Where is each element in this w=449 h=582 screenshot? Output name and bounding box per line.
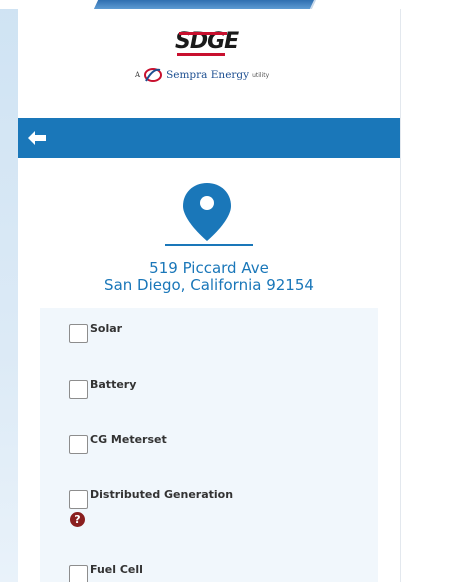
page-background <box>0 0 18 582</box>
sdge-logo: SDGE <box>175 29 239 56</box>
solar-checkbox[interactable] <box>69 323 88 343</box>
arrow-left-icon[interactable] <box>26 130 48 146</box>
map-pin-icon <box>183 183 231 241</box>
solar-label: Solar <box>90 321 123 335</box>
top-tab-decoration <box>93 0 317 9</box>
logo-red-bar <box>179 32 227 35</box>
battery-label: Battery <box>90 377 137 391</box>
cg-meterset-label: CG Meterset <box>90 432 167 446</box>
logo-red-underline <box>177 53 225 56</box>
option-distributed-generation[interactable]: Distributed Generation <box>69 488 233 510</box>
battery-checkbox[interactable] <box>69 379 88 399</box>
tagline-prefix: A <box>135 71 141 79</box>
sempra-tagline: A Sempra Energy utility <box>135 65 269 85</box>
option-solar[interactable]: Solar <box>69 322 122 344</box>
logo-header: SDGE A Sempra Energy utility <box>18 9 400 118</box>
fuel-cell-label: Fuel Cell <box>90 562 143 576</box>
option-battery[interactable]: Battery <box>69 378 136 400</box>
question-circle-icon[interactable]: ? <box>70 512 85 527</box>
tagline-company: Sempra Energy <box>166 69 250 81</box>
address-line-1: 519 Piccard Ave <box>149 259 269 277</box>
option-fuel-cell[interactable]: Fuel Cell <box>69 563 143 582</box>
main-panel: SDGE A Sempra Energy utility 519 Piccard… <box>18 9 401 582</box>
navigation-bar <box>18 118 400 158</box>
distributed-generation-label: Distributed Generation <box>90 487 234 501</box>
cg-meterset-checkbox[interactable] <box>69 434 88 454</box>
fuel-cell-checkbox[interactable] <box>69 564 88 582</box>
pin-underline <box>165 244 253 246</box>
top-decoration <box>0 0 449 9</box>
distributed-generation-checkbox[interactable] <box>69 489 88 509</box>
sempra-swirl-icon <box>144 68 163 82</box>
option-cg-meterset[interactable]: CG Meterset <box>69 433 167 455</box>
address-line-2: San Diego, California 92154 <box>104 276 314 294</box>
tagline-suffix: utility <box>252 71 270 79</box>
